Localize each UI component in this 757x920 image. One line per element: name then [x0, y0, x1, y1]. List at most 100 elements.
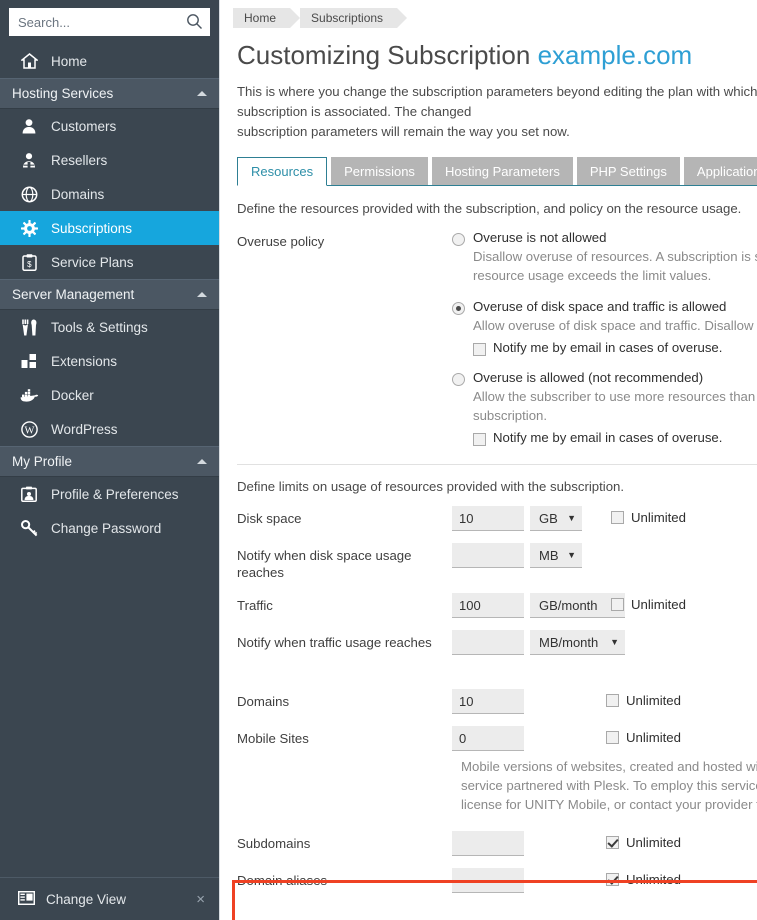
sidebar-item-tools-settings[interactable]: Tools & Settings: [0, 310, 219, 344]
limit-row-disk-space: Disk space GB ▼ Unlimited: [237, 506, 757, 531]
checkbox-icon[interactable]: [611, 598, 624, 611]
sidebar-item-subscriptions[interactable]: Subscriptions: [0, 211, 219, 245]
page-title-prefix: Customizing Subscription: [237, 40, 531, 70]
breadcrumb-item-subscriptions[interactable]: Subscriptions: [300, 8, 408, 28]
domains-unlimited[interactable]: Unlimited: [606, 689, 681, 708]
disk-space-input[interactable]: [452, 506, 524, 531]
caret-up-icon: [197, 91, 207, 96]
caret-up-icon: [197, 459, 207, 464]
radio-label: Overuse is allowed (not recommended): [473, 370, 704, 385]
limits-intro: Define limits on usage of resources prov…: [237, 479, 625, 494]
search-input[interactable]: [9, 8, 210, 36]
checkbox-label: Unlimited: [631, 510, 686, 525]
sidebar-item-extensions[interactable]: Extensions: [0, 344, 219, 378]
checkbox-icon[interactable]: [606, 836, 619, 849]
sidebar-item-customers[interactable]: Customers: [0, 109, 219, 143]
domain-aliases-input[interactable]: [452, 868, 524, 893]
tab-label: PHP Settings: [589, 163, 667, 179]
tab-php-settings[interactable]: PHP Settings: [576, 157, 680, 185]
checkbox-icon[interactable]: [606, 731, 619, 744]
checkbox-icon[interactable]: [606, 873, 619, 886]
checkbox-label: Unlimited: [631, 597, 686, 612]
overuse-notify-disk-traffic[interactable]: Notify me by email in cases of overuse.: [473, 340, 757, 356]
notify-disk-space-input[interactable]: [452, 543, 524, 568]
sidebar-item-docker[interactable]: Docker: [0, 378, 219, 412]
checkbox-icon[interactable]: [473, 343, 486, 356]
close-icon[interactable]: ×: [192, 891, 209, 908]
search-box[interactable]: [9, 8, 210, 36]
radio-icon[interactable]: [452, 302, 465, 315]
notify-traffic-input[interactable]: [452, 630, 524, 655]
disk-space-unlimited[interactable]: Unlimited: [611, 506, 686, 525]
overuse-option-allowed[interactable]: Overuse is allowed (not recommended): [452, 370, 757, 386]
app-root: Home Hosting Services Customers: [0, 0, 757, 920]
radio-icon[interactable]: [452, 373, 465, 386]
resources-intro: Define the resources provided with the s…: [237, 201, 742, 216]
sidebar-item-change-password[interactable]: Change Password: [0, 511, 219, 545]
profile-icon: [18, 485, 40, 503]
sidebar: Home Hosting Services Customers: [0, 0, 219, 920]
disk-space-unit-select[interactable]: GB ▼: [530, 506, 582, 531]
limit-row-domain-aliases: Domain aliases Unlimited: [237, 868, 757, 893]
limit-label: Notify when traffic usage reaches: [237, 635, 432, 650]
sidebar-item-wordpress[interactable]: W WordPress: [0, 412, 219, 446]
overuse-policy-options: Overuse is not allowed Disallow overuse …: [452, 230, 757, 446]
checkbox-icon[interactable]: [606, 694, 619, 707]
mobile-sites-hint: Mobile versions of websites, created and…: [461, 759, 757, 812]
radio-icon[interactable]: [452, 233, 465, 246]
sidebar-item-resellers[interactable]: Resellers: [0, 143, 219, 177]
sidebar-section-my-profile[interactable]: My Profile: [0, 446, 219, 477]
sidebar-item-profile-preferences[interactable]: Profile & Preferences: [0, 477, 219, 511]
sidebar-item-label: Subscriptions: [51, 220, 133, 236]
sidebar-section-hosting-services[interactable]: Hosting Services: [0, 78, 219, 109]
tab-resources[interactable]: Resources: [237, 157, 328, 186]
breadcrumb: Home Subscriptions: [233, 8, 757, 28]
mobile-sites-input[interactable]: [452, 726, 524, 751]
checkbox-icon[interactable]: [473, 433, 486, 446]
sidebar-section-title: Server Management: [12, 287, 135, 302]
sidebar-section-server-management[interactable]: Server Management: [0, 279, 219, 310]
domain-aliases-unlimited[interactable]: Unlimited: [606, 868, 681, 887]
tab-bar: Resources Permissions Hosting Parameters…: [237, 156, 757, 186]
mobile-sites-unlimited[interactable]: Unlimited: [606, 726, 681, 745]
domains-input[interactable]: [452, 689, 524, 714]
tab-hosting-parameters[interactable]: Hosting Parameters: [431, 157, 573, 185]
notify-disk-space-unit-select[interactable]: MB ▼: [530, 543, 582, 568]
overuse-notify-allowed[interactable]: Notify me by email in cases of overuse.: [473, 430, 757, 446]
sidebar-item-domains[interactable]: Domains: [0, 177, 219, 211]
sidebar-item-label: Profile & Preferences: [51, 486, 179, 502]
traffic-unlimited[interactable]: Unlimited: [611, 593, 686, 612]
svg-text:$: $: [27, 260, 32, 269]
limit-label: Domains: [237, 694, 290, 709]
tools-icon: [18, 318, 40, 336]
subdomains-input[interactable]: [452, 831, 524, 856]
chevron-down-icon: ▼: [567, 513, 576, 523]
sidebar-item-label: Service Plans: [51, 254, 134, 270]
checkbox-label: Notify me by email in cases of overuse.: [493, 340, 723, 355]
divider: [237, 464, 757, 465]
tab-applications[interactable]: Applications: [683, 157, 757, 185]
overuse-option-not-allowed[interactable]: Overuse is not allowed: [452, 230, 757, 246]
tab-permissions[interactable]: Permissions: [331, 157, 428, 185]
checkbox-label: Unlimited: [626, 693, 681, 708]
subdomains-unlimited[interactable]: Unlimited: [606, 831, 681, 850]
sidebar-item-label: Tools & Settings: [51, 319, 148, 335]
notify-traffic-unit-select[interactable]: MB/month ▼: [530, 630, 625, 655]
limit-row-mobile-sites: Mobile Sites Unlimited: [237, 726, 757, 751]
sidebar-search: [0, 0, 219, 36]
sidebar-item-home[interactable]: Home: [0, 44, 219, 78]
checkbox-label: Unlimited: [626, 835, 681, 850]
traffic-input[interactable]: [452, 593, 524, 618]
breadcrumb-item-home[interactable]: Home: [233, 8, 301, 28]
radio-label: Overuse is not allowed: [473, 230, 607, 245]
sidebar-item-label: Change Password: [51, 520, 162, 536]
overuse-policy-row: Overuse policy Overuse is not allowed Di…: [237, 230, 757, 446]
checkbox-label: Unlimited: [626, 872, 681, 887]
overuse-option-disk-traffic[interactable]: Overuse of disk space and traffic is all…: [452, 299, 757, 315]
tab-label: Permissions: [344, 163, 415, 179]
change-view-bar[interactable]: Change View ×: [0, 877, 219, 920]
sidebar-item-service-plans[interactable]: $ Service Plans: [0, 245, 219, 279]
checkbox-icon[interactable]: [611, 511, 624, 524]
page-title-object[interactable]: example.com: [538, 40, 693, 70]
overuse-policy-label: Overuse policy: [237, 234, 325, 249]
